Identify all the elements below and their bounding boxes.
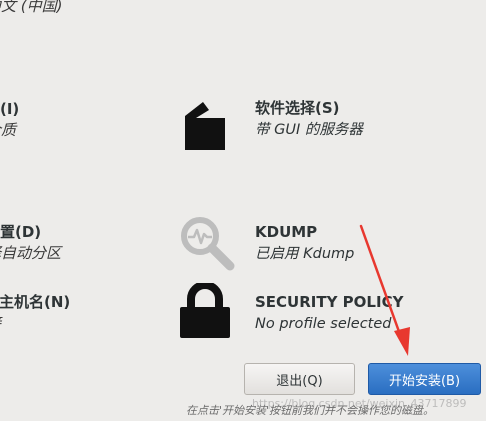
kdump-search-icon[interactable] (178, 214, 236, 272)
security-policy-title[interactable]: SECURITY POLICY (255, 293, 403, 311)
installation-destination-status: 择自动分区 (0, 244, 62, 262)
kdump-title[interactable]: KDUMP (255, 223, 317, 241)
network-hostname-status: 接 (0, 314, 1, 332)
security-policy-status: No profile selected (255, 316, 392, 332)
annotation-arrow (359, 224, 410, 356)
software-selection-status: 带 GUI 的服务器 (255, 122, 363, 138)
software-selection-title[interactable]: 软件选择(S) (255, 99, 340, 117)
language-summary[interactable]: 中文 (中国) (0, 0, 62, 15)
watermark: https://blog.csdn.net/weixin_43717899 (252, 397, 467, 410)
installation-source-title[interactable]: 源(I) (0, 100, 19, 118)
quit-button[interactable]: 退出(Q) (244, 363, 355, 395)
installation-destination-title[interactable]: 位置(D) (0, 223, 41, 241)
lock-icon[interactable] (178, 283, 232, 339)
kdump-status: 已启用 Kdump (255, 246, 355, 262)
package-icon[interactable] (182, 98, 228, 152)
network-hostname-title[interactable]: 和主机名(N) (0, 293, 70, 311)
installation-source-status: 介质 (0, 121, 17, 139)
begin-installation-button[interactable]: 开始安装(B) (368, 363, 481, 395)
